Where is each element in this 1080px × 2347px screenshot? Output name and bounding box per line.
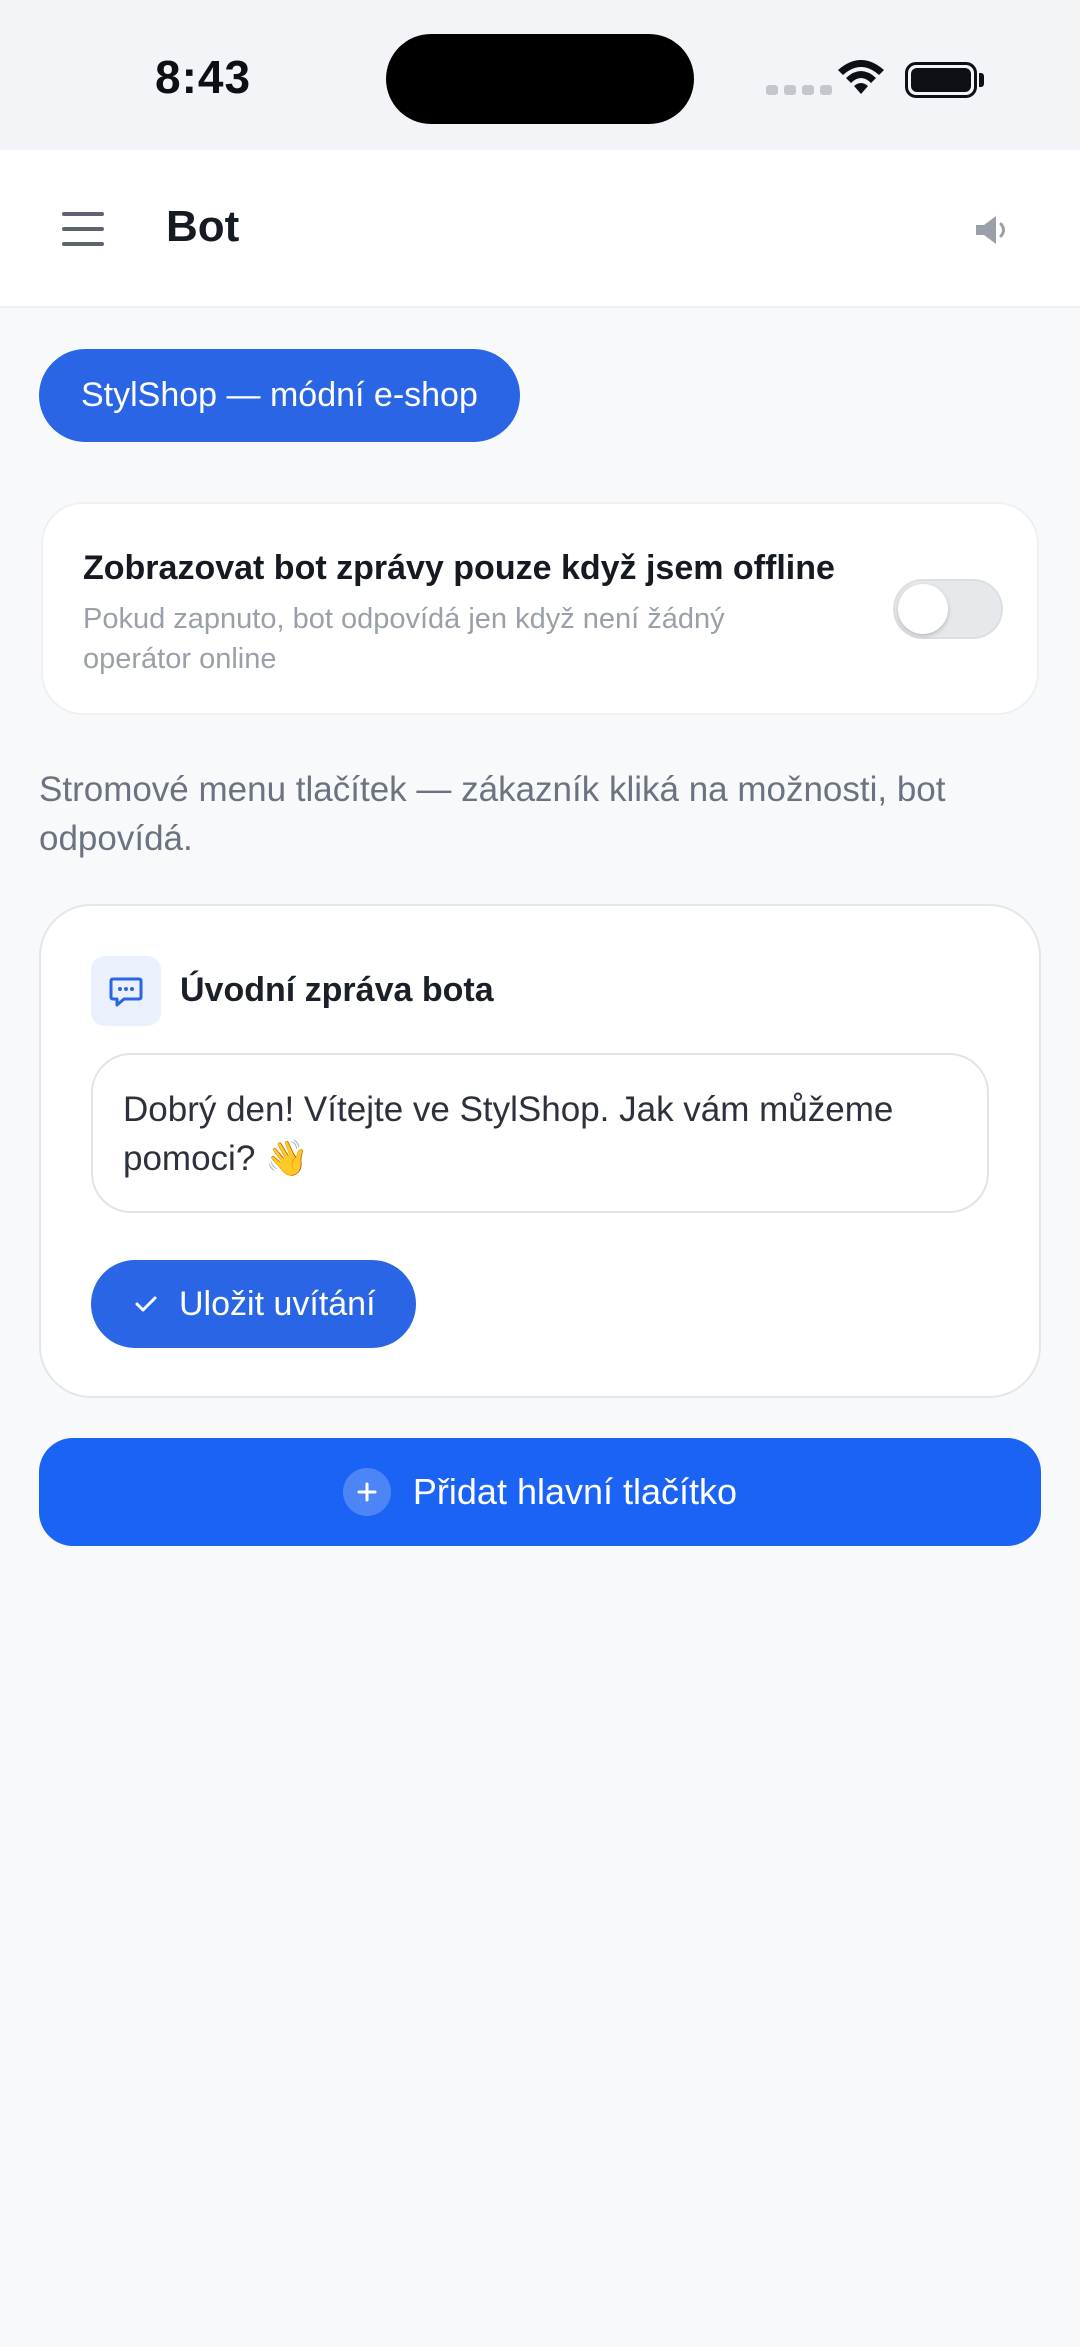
add-main-button-label: Přidat hlavní tlačítko (412, 1471, 738, 1512)
dynamic-island (386, 34, 694, 124)
check-icon (135, 1296, 157, 1312)
plus-icon (342, 1468, 391, 1516)
hamburger-menu-icon[interactable] (62, 212, 104, 246)
speaker-icon[interactable] (972, 210, 1012, 250)
bot-menu-description: Stromové menu tlačítek — zákazník kliká … (39, 770, 946, 858)
offline-setting-title: Zobrazovat bot zprávy pouze když jsem of… (83, 549, 835, 587)
battery-tip (979, 73, 984, 87)
wifi-icon (838, 60, 884, 94)
welcome-message-input[interactable]: Dobrý den! Vítejte ve StylShop. Jak vám … (91, 1053, 989, 1213)
welcome-card-title: Úvodní zpráva bota (180, 971, 494, 1009)
toggle-knob (898, 584, 948, 634)
screen: 8:43 Bot StylShop — módní e-shop Zobrazo… (0, 0, 1080, 2347)
add-main-button[interactable]: Přidat hlavní tlačítko (39, 1438, 1041, 1546)
save-welcome-button[interactable]: Uložit uvítání (91, 1260, 416, 1348)
offline-setting-description: Pokud zapnuto, bot odpovídá jen když nen… (83, 603, 725, 675)
welcome-message-card: Úvodní zpráva bota Dobrý den! Vítejte ve… (39, 904, 1041, 1398)
offline-toggle[interactable] (893, 579, 1003, 639)
battery-icon (905, 62, 977, 98)
page-title: Bot (166, 202, 240, 251)
chat-bubble-icon (91, 956, 161, 1026)
status-time: 8:43 (155, 51, 252, 103)
app-header: Bot (0, 150, 1080, 308)
offline-setting-card: Zobrazovat bot zprávy pouze když jsem of… (41, 502, 1039, 715)
save-welcome-label: Uložit uvítání (179, 1284, 376, 1323)
shop-selector[interactable]: StylShop — módní e-shop (39, 349, 520, 442)
cellular-signal-icon (766, 85, 832, 95)
status-bar: 8:43 (0, 0, 1080, 150)
